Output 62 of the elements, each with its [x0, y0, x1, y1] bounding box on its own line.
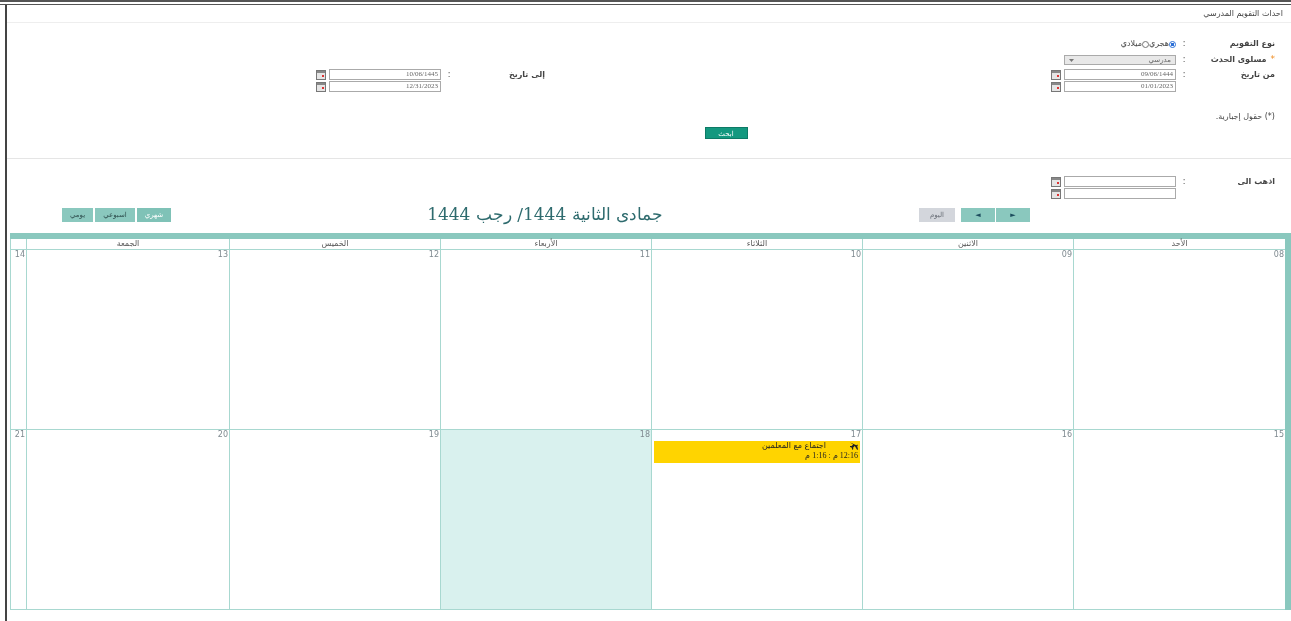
field-label: من تاريخ	[1239, 69, 1275, 81]
event-time: 12:16 م : 1:16 م	[804, 451, 858, 461]
day-number: 09	[1061, 250, 1073, 260]
calendar-icon[interactable]	[1051, 176, 1061, 187]
calendar-icon[interactable]	[1051, 81, 1061, 92]
weekday-header: الثلاثاء	[746, 239, 768, 249]
day-number: 20	[217, 430, 229, 440]
colon: :	[1181, 54, 1187, 66]
day-number: 10	[850, 250, 862, 260]
day-number: 15	[1273, 430, 1285, 440]
day-number: 21	[14, 430, 26, 440]
weekday-header: الجمعة	[116, 239, 140, 249]
field-label: نوع التقويم	[1228, 38, 1275, 50]
day-cell[interactable]: 18	[440, 430, 651, 609]
field-label: اذهب الى	[1236, 176, 1275, 188]
day-number: 11	[639, 250, 651, 260]
month-title: جمادى الثانية 1444/ رجب 1444	[427, 203, 664, 227]
radio-option[interactable]: ميلادي	[1120, 38, 1149, 50]
day-number: 18	[639, 430, 651, 440]
day-cell[interactable]: 15	[1073, 430, 1285, 609]
day-cell[interactable]: 08	[1073, 250, 1285, 429]
event-block[interactable]: اجتماع مع المعلمين 12:16 م : 1:16 م	[654, 441, 860, 463]
day-number: 12	[428, 250, 440, 260]
calendar-icon[interactable]	[316, 81, 326, 92]
field-label: مسلوى الحدث	[1210, 54, 1267, 66]
colon: :	[446, 69, 452, 81]
calendar-icon[interactable]	[1051, 188, 1061, 199]
colon: :	[1181, 176, 1187, 188]
day-cell[interactable]: 11	[440, 250, 651, 429]
weekday-header: الأربعاء	[534, 239, 558, 249]
day-number: 17	[850, 430, 862, 440]
calendar-icon[interactable]	[1051, 69, 1061, 80]
calendar-icon[interactable]	[316, 69, 326, 80]
airplane-icon	[850, 442, 858, 450]
day-number: 13	[217, 250, 229, 260]
weekday-header: الخميس	[321, 239, 349, 249]
date-field[interactable]	[1064, 188, 1176, 199]
day-cell[interactable]: 21	[10, 430, 26, 609]
day-number: 08	[1273, 250, 1285, 260]
day-cell[interactable]: 19	[229, 430, 440, 609]
event-title: اجتماع مع المعلمين	[762, 441, 826, 451]
page-title: احداث التقويم المدرسي	[1203, 7, 1283, 20]
required-mark: *	[1270, 53, 1275, 67]
day-cell[interactable]: 09	[862, 250, 1073, 429]
day-cell[interactable]: 20	[26, 430, 229, 609]
weekday-header: الاثنين	[958, 239, 978, 249]
day-number: 14	[14, 250, 26, 260]
required-note: (*) حقول إجبارية.	[1214, 111, 1275, 123]
weekday-header: الأحد	[1171, 239, 1188, 249]
field-label: إلى تاريخ	[508, 69, 545, 81]
day-number: 16	[1061, 430, 1073, 440]
day-cell[interactable]: 10	[651, 250, 862, 429]
colon: :	[1181, 69, 1187, 81]
day-number: 19	[428, 430, 440, 440]
caret-icon	[1069, 58, 1074, 62]
day-cell[interactable]: 14	[10, 250, 26, 429]
day-cell[interactable]: 16	[862, 430, 1073, 609]
day-cell[interactable]: 12	[229, 250, 440, 429]
date-field[interactable]	[1064, 176, 1176, 187]
colon: :	[1181, 38, 1187, 50]
day-cell[interactable]: 13	[26, 250, 229, 429]
radio-option[interactable]: هجري	[1148, 38, 1176, 50]
